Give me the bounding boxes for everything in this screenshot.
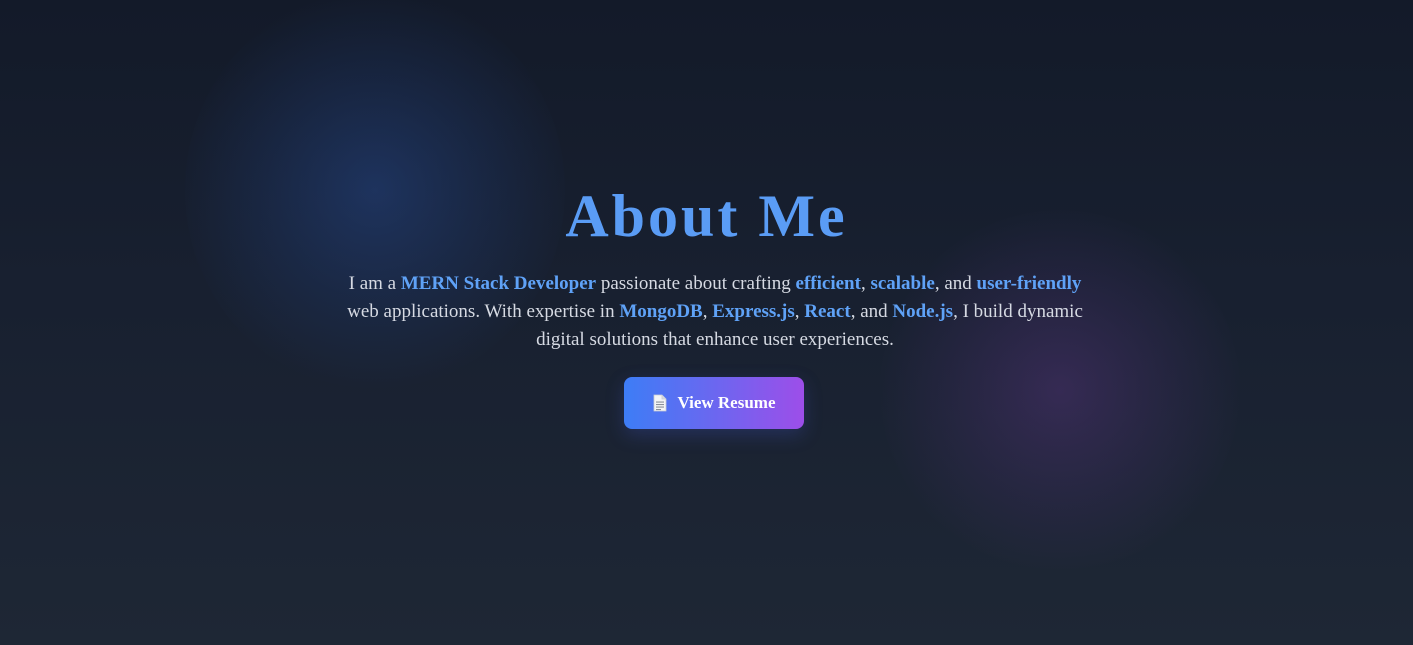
highlight-role: MERN Stack Developer xyxy=(400,273,597,294)
page-title: About Me xyxy=(565,183,848,249)
highlight-scalable: scalable xyxy=(870,273,935,294)
intro-text: I am a xyxy=(348,273,401,294)
intro-text: , xyxy=(794,301,805,322)
intro-text: , and xyxy=(934,273,977,294)
highlight-expressjs: Express.js xyxy=(712,301,795,322)
intro-text: passionate about crafting xyxy=(596,273,796,294)
document-icon xyxy=(652,394,668,412)
highlight-user-friendly: user-friendly xyxy=(976,273,1082,294)
intro-text: , and xyxy=(850,301,893,322)
view-resume-label: View Resume xyxy=(677,393,776,412)
highlight-nodejs: Node.js xyxy=(892,301,954,322)
highlight-efficient: efficient xyxy=(795,273,861,294)
intro-text: web applications. With expertise in xyxy=(347,301,620,322)
highlight-mongodb: MongoDB xyxy=(619,301,703,322)
about-section: About Me I am a MERN Stack Developer pas… xyxy=(0,0,1413,645)
intro-text: , xyxy=(702,301,713,322)
highlight-react: React xyxy=(804,301,851,322)
about-description: I am a MERN Stack Developer passionate a… xyxy=(345,270,1085,354)
view-resume-button[interactable]: View Resume xyxy=(624,377,804,429)
